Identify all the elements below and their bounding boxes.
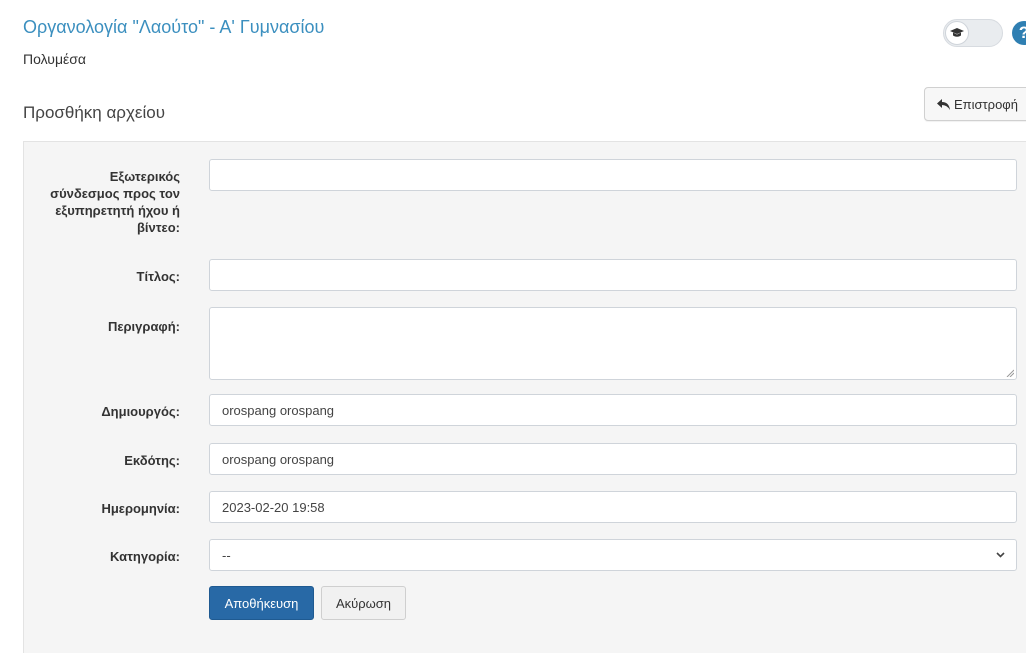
category-label: Κατηγορία: xyxy=(110,549,180,564)
resize-handle-icon[interactable] xyxy=(1006,369,1014,377)
publisher-label: Εκδότης: xyxy=(124,453,180,468)
url-label: Εξωτερικός σύνδεσμος προς τον εξυπηρετητ… xyxy=(50,169,180,235)
url-input[interactable] xyxy=(209,159,1017,191)
description-label: Περιγραφή: xyxy=(107,319,180,334)
graduation-cap-icon xyxy=(950,28,964,37)
save-button[interactable]: Αποθήκευση xyxy=(209,586,314,620)
page: Οργανολογία "Λαούτο" - Α' Γυμνασίου Πολυ… xyxy=(0,0,1026,653)
reply-arrow-icon xyxy=(937,98,950,110)
category-selected-value: -- xyxy=(222,547,231,563)
creator-label: Δημιουργός: xyxy=(101,404,180,419)
publisher-input[interactable]: orospang orospang xyxy=(209,443,1017,475)
title-input[interactable] xyxy=(209,259,1017,291)
student-view-toggle[interactable] xyxy=(943,19,1003,47)
chevron-down-icon xyxy=(996,552,1005,558)
back-button-label: Επιστροφή xyxy=(954,96,1018,112)
module-name: Πολυμέσα xyxy=(23,51,86,67)
title-label: Τίτλος: xyxy=(136,269,180,284)
back-button[interactable]: Επιστροφή xyxy=(924,87,1026,121)
course-title-link[interactable]: Οργανολογία "Λαούτο" - Α' Γυμνασίου xyxy=(23,17,324,38)
help-icon[interactable]: ? xyxy=(1012,21,1026,45)
description-textarea[interactable] xyxy=(209,307,1017,380)
date-input[interactable]: 2023-02-20 19:58 xyxy=(209,491,1017,523)
section-title: Προσθήκη αρχείου xyxy=(23,103,166,122)
date-label: Ημερομηνία: xyxy=(101,501,180,516)
category-select[interactable]: -- xyxy=(209,539,1017,571)
toggle-knob xyxy=(945,21,969,45)
creator-input[interactable]: orospang orospang xyxy=(209,394,1017,426)
cancel-button[interactable]: Ακύρωση xyxy=(321,586,406,620)
